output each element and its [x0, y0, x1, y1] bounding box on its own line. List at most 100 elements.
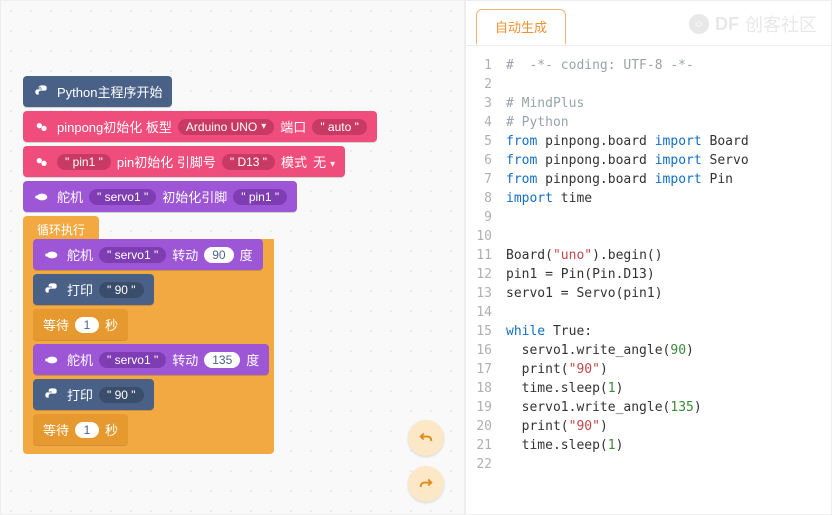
code-src: pin1 = Pin(Pin.D13): [506, 265, 655, 284]
code-viewer[interactable]: 1# -*- coding: UTF-8 -*-23# MindPlus4# P…: [466, 46, 831, 514]
block-text: pin初始化 引脚号: [117, 152, 216, 171]
block-text: 端口: [280, 117, 306, 136]
code-line: 9: [466, 208, 831, 227]
mode-dropdown[interactable]: 无: [313, 152, 335, 171]
code-src: print("90"): [506, 360, 608, 379]
wait-input[interactable]: 1: [75, 422, 99, 438]
code-src: # -*- coding: UTF-8 -*-: [506, 56, 694, 75]
code-line: 11Board("uno").begin(): [466, 246, 831, 265]
chip-icon: [33, 153, 51, 171]
servo-icon: [33, 188, 51, 206]
code-line: 21 time.sleep(1): [466, 436, 831, 455]
line-number: 8: [466, 189, 506, 208]
line-number: 12: [466, 265, 506, 284]
block-wait-1a[interactable]: 等待 1 秒: [33, 309, 128, 340]
line-number: 6: [466, 151, 506, 170]
block-text: 舵机: [67, 245, 93, 264]
code-line: 12pin1 = Pin(Pin.D13): [466, 265, 831, 284]
code-line: 22: [466, 455, 831, 474]
code-src: servo1 = Servo(pin1): [506, 284, 663, 303]
servo-pin-pill[interactable]: " pin1 ": [233, 189, 287, 205]
code-line: 10: [466, 227, 831, 246]
code-line: 14: [466, 303, 831, 322]
code-line: 20 print("90"): [466, 417, 831, 436]
print-value[interactable]: " 90 ": [99, 387, 144, 403]
code-src: from pinpong.board import Board: [506, 132, 749, 151]
wait-input[interactable]: 1: [75, 317, 99, 333]
code-line: 16 servo1.write_angle(90): [466, 341, 831, 360]
block-text: 度: [246, 350, 259, 369]
pin-number-pill[interactable]: " D13 ": [222, 154, 275, 170]
redo-button[interactable]: [408, 466, 444, 502]
code-line: 3# MindPlus: [466, 94, 831, 113]
block-text: 转动: [172, 350, 198, 369]
line-number: 1: [466, 56, 506, 75]
block-text: 秒: [105, 315, 118, 334]
code-line: 7from pinpong.board import Pin: [466, 170, 831, 189]
servo-name-pill[interactable]: " servo1 ": [89, 189, 156, 205]
code-line: 8import time: [466, 189, 831, 208]
code-line: 18 time.sleep(1): [466, 379, 831, 398]
code-line: 4# Python: [466, 113, 831, 132]
code-src: from pinpong.board import Pin: [506, 170, 733, 189]
code-line: 5from pinpong.board import Board: [466, 132, 831, 151]
block-text: 等待: [43, 315, 69, 334]
line-number: 9: [466, 208, 506, 227]
line-number: 11: [466, 246, 506, 265]
code-tabs: 自动生成: [466, 1, 831, 46]
line-number: 10: [466, 227, 506, 246]
code-src: Board("uno").begin(): [506, 246, 663, 265]
code-src: servo1.write_angle(90): [506, 341, 694, 360]
angle-input[interactable]: 90: [204, 247, 233, 263]
code-src: from pinpong.board import Servo: [506, 151, 749, 170]
block-text: 舵机: [67, 350, 93, 369]
block-wait-1b[interactable]: 等待 1 秒: [33, 414, 128, 445]
line-number: 21: [466, 436, 506, 455]
code-src: while True:: [506, 322, 592, 341]
line-number: 19: [466, 398, 506, 417]
undo-button[interactable]: [408, 420, 444, 456]
code-line: 13servo1 = Servo(pin1): [466, 284, 831, 303]
block-main-start[interactable]: Python主程序开始: [23, 76, 172, 107]
block-text: 转动: [172, 245, 198, 264]
block-servo-rotate-135[interactable]: 舵机 " servo1 " 转动 135 度: [33, 344, 269, 375]
block-servo-rotate-90[interactable]: 舵机 " servo1 " 转动 90 度: [33, 239, 263, 270]
line-number: 17: [466, 360, 506, 379]
block-text: pinpong初始化 板型: [57, 117, 172, 136]
board-dropdown[interactable]: Arduino UNO: [178, 119, 274, 135]
code-line: 15while True:: [466, 322, 831, 341]
line-number: 14: [466, 303, 506, 322]
line-number: 18: [466, 379, 506, 398]
angle-input[interactable]: 135: [204, 352, 240, 368]
block-print-90b[interactable]: 打印 " 90 ": [33, 379, 154, 410]
block-text: 初始化引脚: [162, 187, 227, 206]
code-src: print("90"): [506, 417, 608, 436]
servo-icon: [43, 351, 61, 369]
line-number: 13: [466, 284, 506, 303]
block-pin-init[interactable]: " pin1 " pin初始化 引脚号 " D13 " 模式 无: [23, 146, 345, 177]
block-text: 秒: [105, 420, 118, 439]
servo-name-pill[interactable]: " servo1 ": [99, 247, 166, 263]
print-value[interactable]: " 90 ": [99, 282, 144, 298]
code-panel: ☺ DF 创客社区 自动生成 1# -*- coding: UTF-8 -*-2…: [465, 0, 832, 515]
tab-auto-generate[interactable]: 自动生成: [476, 9, 566, 45]
loop-body: 舵机 " servo1 " 转动 90 度 打印 " 90 " 等待 1 秒 舵…: [23, 239, 274, 454]
code-line: 19 servo1.write_angle(135): [466, 398, 831, 417]
code-src: # Python: [506, 113, 569, 132]
block-text: 度: [240, 245, 253, 264]
servo-name-pill[interactable]: " servo1 ": [99, 352, 166, 368]
line-number: 5: [466, 132, 506, 151]
python-icon: [43, 386, 61, 404]
blocks-canvas[interactable]: Python主程序开始 pinpong初始化 板型 Arduino UNO 端口…: [0, 0, 465, 515]
port-value[interactable]: " auto ": [312, 119, 367, 135]
code-line: 2: [466, 75, 831, 94]
python-icon: [33, 83, 51, 101]
block-text: 打印: [67, 280, 93, 299]
block-print-90a[interactable]: 打印 " 90 ": [33, 274, 154, 305]
block-servo-init[interactable]: 舵机 " servo1 " 初始化引脚 " pin1 ": [23, 181, 297, 212]
line-number: 3: [466, 94, 506, 113]
code-src: servo1.write_angle(135): [506, 398, 702, 417]
pin-name-pill[interactable]: " pin1 ": [57, 154, 111, 170]
block-init-board[interactable]: pinpong初始化 板型 Arduino UNO 端口 " auto ": [23, 111, 377, 142]
code-src: time.sleep(1): [506, 379, 623, 398]
